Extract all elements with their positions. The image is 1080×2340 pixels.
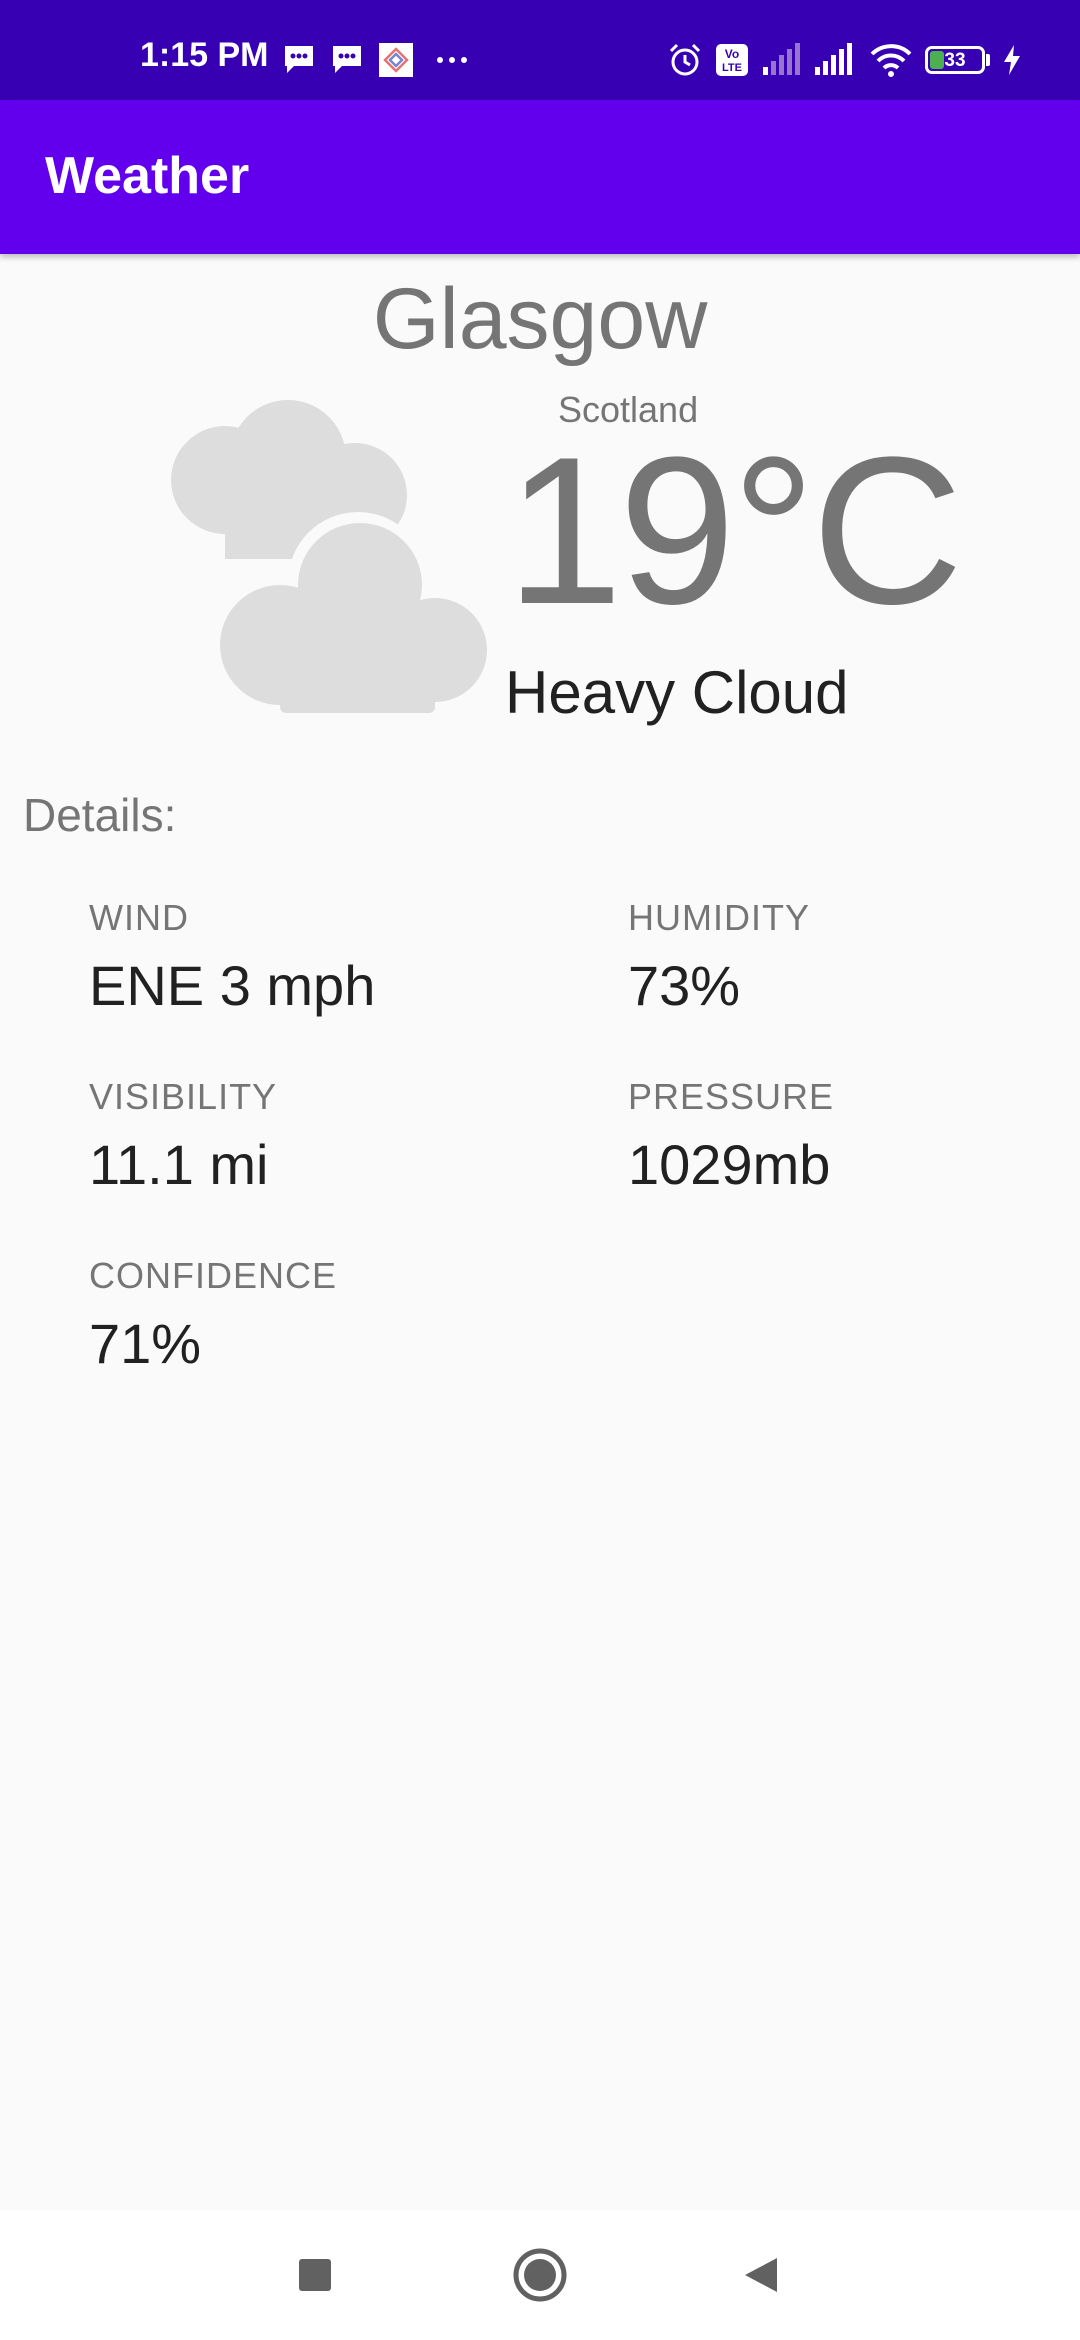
- square-icon: [299, 2259, 331, 2291]
- heavy-cloud-icon: [171, 400, 487, 713]
- battery-level: 33: [944, 49, 966, 71]
- details-heading: Details:: [23, 789, 177, 841]
- status-bar: 1:15 PM Vo LTE 33: [0, 0, 1080, 100]
- weather-condition: Heavy Cloud: [505, 659, 849, 726]
- wind-value: ENE 3 mph: [89, 954, 376, 1017]
- visibility-label: VISIBILITY: [89, 1076, 278, 1117]
- signal-strong-icon: [815, 43, 852, 75]
- confidence-value: 71%: [89, 1312, 202, 1375]
- signal-weak-icon: [763, 43, 800, 75]
- svg-text:LTE: LTE: [722, 62, 742, 74]
- system-status-icons: Vo LTE 33: [667, 40, 1022, 80]
- humidity-label: HUMIDITY: [628, 897, 810, 938]
- svg-text:Vo: Vo: [725, 47, 739, 61]
- humidity-value: 73%: [628, 954, 741, 1017]
- more-notifications-icon: [437, 57, 467, 63]
- visibility-value: 11.1 mi: [89, 1133, 269, 1196]
- battery-icon: 33: [925, 46, 985, 74]
- recents-button[interactable]: [284, 2244, 346, 2306]
- confidence-label: CONFIDENCE: [89, 1255, 338, 1296]
- triangle-back-icon: [745, 2258, 777, 2292]
- pressure-detail: PRESSURE 1029mb: [628, 1079, 834, 1193]
- charging-icon: [1004, 45, 1020, 75]
- wind-detail: WIND ENE 3 mph: [89, 900, 375, 1014]
- city-name: Glasgow: [372, 271, 708, 367]
- notification-icons: [282, 42, 476, 78]
- wind-label: WIND: [89, 897, 189, 938]
- circle-icon: [513, 2248, 567, 2302]
- visibility-detail: VISIBILITY 11.1 mi: [89, 1079, 277, 1193]
- temperature: 19°C: [506, 413, 963, 648]
- status-time: 1:15 PM: [140, 36, 269, 74]
- humidity-detail: HUMIDITY 73%: [628, 900, 810, 1014]
- app-notification-icon: [379, 43, 413, 77]
- app-title: Weather: [45, 147, 250, 205]
- battery-fill: [930, 51, 944, 69]
- home-button[interactable]: [509, 2244, 571, 2306]
- message-icon: [285, 46, 313, 73]
- confidence-detail: CONFIDENCE 71%: [89, 1258, 337, 1372]
- pressure-label: PRESSURE: [628, 1076, 835, 1117]
- alarm-icon: [669, 43, 701, 76]
- wifi-icon: [870, 44, 912, 77]
- battery-cap: [986, 54, 990, 66]
- app-bar: Weather: [0, 100, 1080, 254]
- pressure-value: 1029mb: [628, 1133, 831, 1196]
- volte-icon: Vo LTE: [716, 44, 748, 76]
- message-icon: [333, 46, 361, 73]
- back-button[interactable]: [730, 2244, 792, 2306]
- navigation-bar: [0, 2210, 1080, 2340]
